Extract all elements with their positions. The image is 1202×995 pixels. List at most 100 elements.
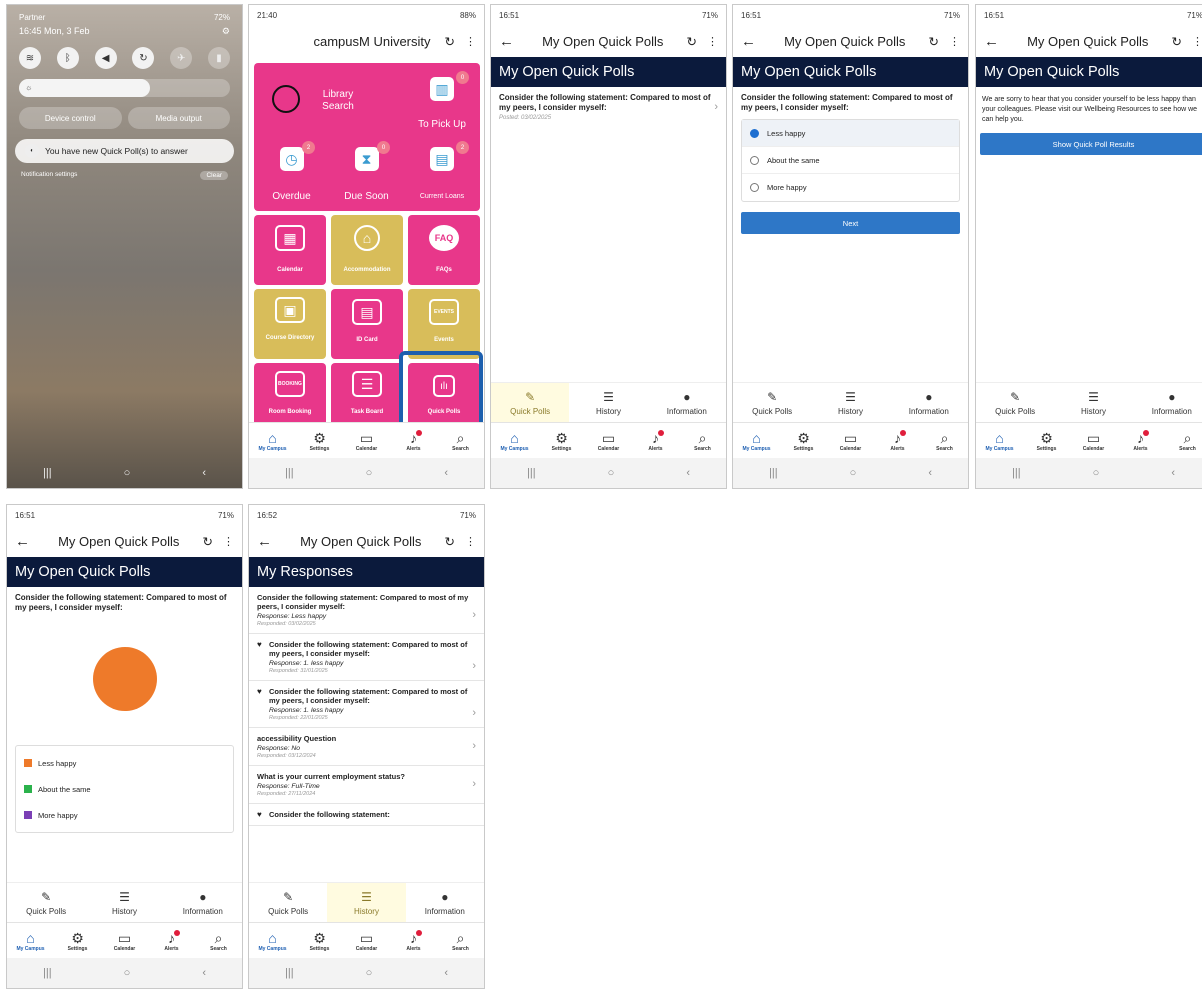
tab-history[interactable]: ☰ History [85,883,163,922]
nav-my-campus[interactable]: ⌂ My Campus [253,430,293,452]
nav-calendar[interactable]: ▭ Calendar [831,430,871,452]
nav-settings[interactable]: ⚙ Settings [784,430,824,452]
nav-alerts[interactable]: ♪ Alerts [394,429,434,452]
refresh-icon[interactable]: ↻ [1172,34,1182,49]
show-results-button[interactable]: Show Quick Poll Results [980,133,1202,155]
home-icon[interactable]: ○ [850,467,857,479]
tile-to-pick-up[interactable]: ▥ 0 To Pick Up [404,63,480,137]
refresh-icon[interactable]: ↻ [687,34,697,49]
more-icon[interactable]: ⋮ [465,35,476,48]
nav-settings[interactable]: ⚙ Settings [300,430,340,452]
home-icon[interactable]: ○ [124,467,131,479]
response-item[interactable]: ♥ Consider the following statement: Comp… [249,634,484,681]
tile-overdue[interactable]: ◷ 2 Overdue [254,137,329,211]
more-icon[interactable]: ⋮ [223,535,234,548]
tab-information[interactable]: ● Information [406,883,484,922]
tab-information[interactable]: ● Information [1133,383,1202,422]
more-icon[interactable]: ⋮ [707,35,718,48]
refresh-icon[interactable]: ↻ [445,534,455,549]
nav-search[interactable]: ⌕ Search [683,430,723,452]
nav-alerts[interactable]: ♪ Alerts [878,429,918,452]
tile-course-directory[interactable]: ▣ Course Directory [254,289,326,359]
nav-calendar[interactable]: ▭ Calendar [1074,430,1114,452]
tile-current-loans[interactable]: ▤ 2 Current Loans [404,137,480,211]
response-item[interactable]: ♥ Consider the following statement: [249,804,484,826]
nav-my-campus[interactable]: ⌂ My Campus [11,930,51,952]
quick-poll-notification[interactable]: ◐ You have new Quick Poll(s) to answer [15,139,234,163]
back-arrow-icon[interactable]: ← [741,33,761,50]
back-arrow-icon[interactable]: ← [984,33,1004,50]
response-item[interactable]: ♥ Consider the following statement: Comp… [249,681,484,728]
tab-quick-polls[interactable]: ✎ Quick Polls [249,883,327,922]
sound-icon[interactable]: ◀ [94,47,117,69]
nav-alerts[interactable]: ♪ Alerts [152,929,192,952]
flashlight-icon[interactable]: ▮ [207,47,230,69]
home-icon[interactable]: ○ [1093,467,1100,479]
notification-settings-link[interactable]: Notification settings [21,171,77,180]
tile-accommodation[interactable]: ⌂ Accommodation [331,215,403,285]
back-arrow-icon[interactable]: ← [15,533,35,550]
refresh-icon[interactable]: ↻ [445,34,455,49]
home-icon[interactable]: ○ [366,467,373,479]
back-nav-icon[interactable]: ‹ [202,967,206,979]
brightness-slider[interactable]: ☼ [19,79,230,97]
nav-search[interactable]: ⌕ Search [441,430,481,452]
next-button[interactable]: Next [741,212,960,234]
nav-alerts[interactable]: ♪ Alerts [1121,429,1161,452]
nav-search[interactable]: ⌕ Search [925,430,965,452]
recents-icon[interactable]: ||| [285,467,294,479]
home-icon[interactable]: ○ [608,467,615,479]
back-nav-icon[interactable]: ‹ [686,467,690,479]
nav-calendar[interactable]: ▭ Calendar [347,430,387,452]
nav-settings[interactable]: ⚙ Settings [1027,430,1067,452]
more-icon[interactable]: ⋮ [1192,35,1202,48]
nav-calendar[interactable]: ▭ Calendar [347,930,387,952]
nav-search[interactable]: ⌕ Search [1168,430,1202,452]
tile-due-soon[interactable]: ⧗ 0 Due Soon [329,137,404,211]
recents-icon[interactable]: ||| [527,467,536,479]
tab-history[interactable]: ☰ History [811,383,889,422]
radio[interactable] [750,183,759,192]
back-nav-icon[interactable]: ‹ [202,467,206,479]
tile-library-search[interactable]: Library Search [254,63,404,137]
tab-quick-polls[interactable]: ✎ Quick Polls [976,383,1054,422]
back-nav-icon[interactable]: ‹ [444,467,448,479]
radio-selected[interactable] [750,128,759,138]
nav-settings[interactable]: ⚙ Settings [58,930,98,952]
nav-my-campus[interactable]: ⌂ My Campus [737,430,777,452]
rotate-icon[interactable]: ↻ [132,47,155,69]
tile-id-card[interactable]: ▤ ID Card [331,289,403,359]
tile-events[interactable]: EVENTS Events [408,289,480,359]
recents-icon[interactable]: ||| [1012,467,1021,479]
clear-button[interactable]: Clear [200,171,228,180]
tile-calendar[interactable]: ▦ Calendar [254,215,326,285]
nav-settings[interactable]: ⚙ Settings [542,430,582,452]
option-more-happy[interactable]: More happy [742,174,959,201]
nav-calendar[interactable]: ▭ Calendar [105,930,145,952]
response-item[interactable]: What is your current employment status? … [249,766,484,804]
airplane-icon[interactable]: ✈ [170,47,193,69]
response-item[interactable]: accessibility Question Response: No Resp… [249,728,484,766]
tab-information[interactable]: ● Information [648,383,726,422]
tab-history[interactable]: ☰ History [327,883,406,922]
tab-information[interactable]: ● Information [164,883,242,922]
back-nav-icon[interactable]: ‹ [1171,467,1175,479]
option-about-the-same[interactable]: About the same [742,147,959,174]
nav-settings[interactable]: ⚙ Settings [300,930,340,952]
poll-list-item[interactable]: Consider the following statement: Compar… [491,87,726,133]
nav-alerts[interactable]: ♪ Alerts [394,929,434,952]
nav-alerts[interactable]: ♪ Alerts [636,429,676,452]
back-nav-icon[interactable]: ‹ [444,967,448,979]
recents-icon[interactable]: ||| [43,467,52,479]
media-output-button[interactable]: Media output [127,107,230,129]
radio[interactable] [750,155,759,165]
tab-quick-polls[interactable]: ✎ Quick Polls [7,883,85,922]
nav-my-campus[interactable]: ⌂ My Campus [253,930,293,952]
bluetooth-icon[interactable]: ᛒ [56,47,79,69]
back-nav-icon[interactable]: ‹ [928,467,932,479]
wifi-icon[interactable]: ≋ [19,47,41,69]
tile-room-booking[interactable]: BOOKING Room Booking [254,363,326,427]
tab-history[interactable]: ☰ History [569,383,647,422]
tab-information[interactable]: ● Information [890,383,968,422]
device-control-button[interactable]: Device control [19,107,122,129]
